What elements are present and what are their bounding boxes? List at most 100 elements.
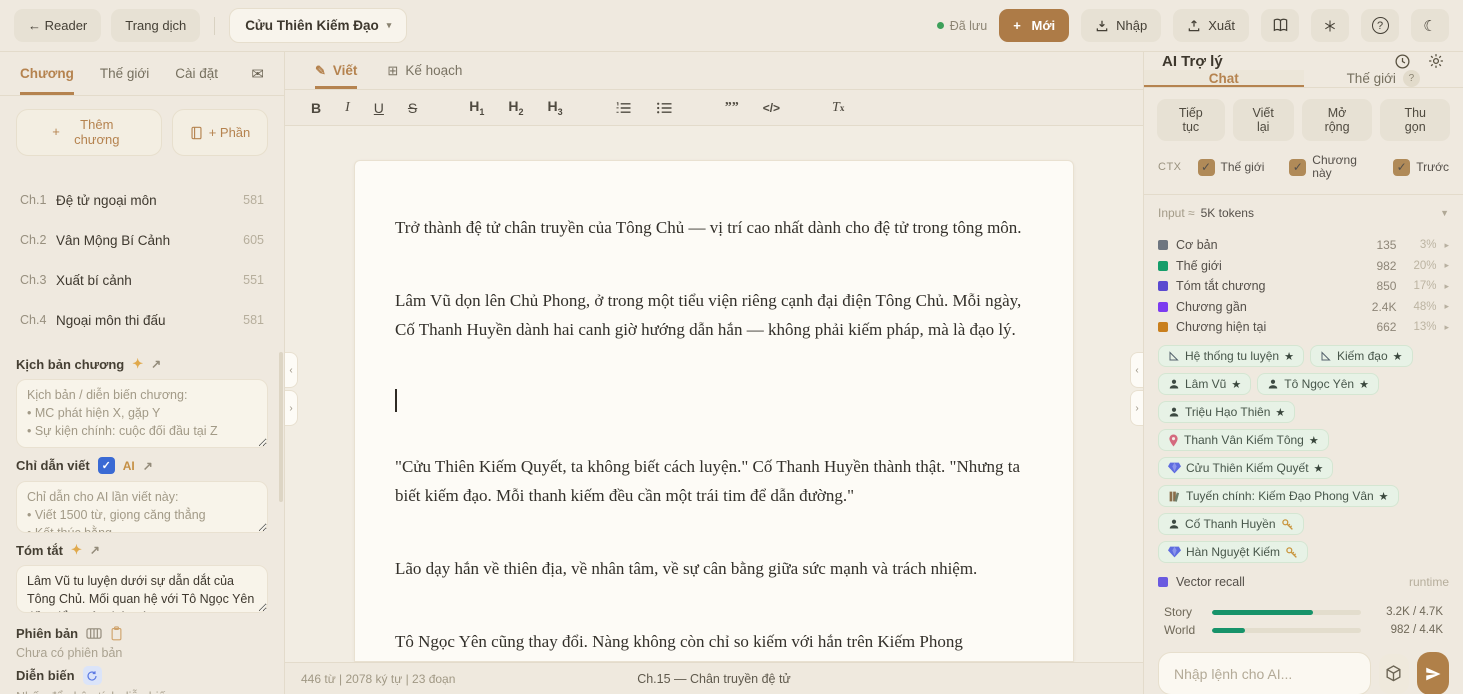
write-instructions-input[interactable] xyxy=(16,481,268,533)
tab-ai-world[interactable]: Thế giới ? xyxy=(1304,70,1463,87)
document-page[interactable]: Trở thành đệ tử chân truyền của Tông Chủ… xyxy=(354,160,1074,662)
expand-icon[interactable]: ↗ xyxy=(151,357,161,371)
ai-action-button[interactable]: Tiếp tục xyxy=(1157,99,1225,141)
chapter-list-item[interactable]: Ch.1Đệ tử ngoại môn581 xyxy=(10,180,274,220)
context-tag[interactable]: Cửu Thiên Kiếm Quyết★ xyxy=(1158,457,1333,479)
tab-settings[interactable]: Cài đặt xyxy=(175,52,218,95)
person-icon xyxy=(1267,378,1279,390)
instructions-checkbox[interactable]: ✓ xyxy=(98,457,115,474)
expand-icon[interactable]: ↗ xyxy=(90,543,100,557)
random-button[interactable] xyxy=(1379,654,1409,694)
summary-input[interactable]: Lâm Vũ tu luyện dưới sự dẫn dắt của Tông… xyxy=(16,565,268,613)
ctx-checkbox-item[interactable]: ✓Chương này xyxy=(1289,154,1368,181)
legend-name: Cơ bản xyxy=(1176,238,1354,252)
star-icon: ★ xyxy=(1309,434,1319,447)
chapter-list-item[interactable]: Ch.3Xuất bí cảnh551 xyxy=(10,260,274,300)
sparkle-tools-button[interactable] xyxy=(1311,9,1349,42)
film-icon[interactable] xyxy=(86,627,102,640)
token-legend-row[interactable]: Tóm tắt chương85017%▸ xyxy=(1158,276,1449,297)
context-tag[interactable]: Tô Ngọc Yên★ xyxy=(1257,373,1379,395)
envelope-icon: ✉ xyxy=(251,65,264,83)
add-part-button[interactable]: + Phần xyxy=(172,109,268,156)
strikethrough-button[interactable]: S xyxy=(406,95,419,121)
tab-chapters[interactable]: Chương xyxy=(20,52,74,95)
italic-button[interactable]: I xyxy=(343,95,352,121)
blockquote-button[interactable]: ”” xyxy=(723,95,741,121)
legend-swatch-icon xyxy=(1158,261,1168,271)
tag-label: Hàn Nguyệt Kiếm xyxy=(1186,545,1280,559)
download-icon xyxy=(1095,19,1109,33)
token-legend-row[interactable]: Cơ bản1353%▸ xyxy=(1158,235,1449,256)
settings-button[interactable] xyxy=(1427,52,1445,70)
context-tag[interactable]: Hàn Nguyệt Kiếm xyxy=(1158,541,1308,563)
reader-button[interactable]: ← Reader xyxy=(14,9,101,42)
import-button[interactable]: Nhập xyxy=(1081,9,1161,42)
legend-name: Tóm tắt chương xyxy=(1176,279,1354,293)
add-chapter-button[interactable]: +Thêm chương xyxy=(16,109,162,156)
star-icon: ★ xyxy=(1231,378,1241,391)
reader-mode-button[interactable] xyxy=(1261,9,1299,42)
chapter-list-item[interactable]: Ch.4Ngoại môn thi đấu581 xyxy=(10,300,274,340)
sidebar-collapse-handle[interactable]: ‹ xyxy=(285,352,298,388)
refresh-button[interactable] xyxy=(83,666,102,685)
expand-icon[interactable]: ↗ xyxy=(143,459,153,473)
token-legend-row[interactable]: Chương gần2.4K48%▸ xyxy=(1158,296,1449,317)
help-button[interactable]: ? xyxy=(1361,9,1399,42)
token-legend-row[interactable]: Thế giới98220%▸ xyxy=(1158,255,1449,276)
context-tag[interactable]: Triệu Hạo Thiên★ xyxy=(1158,401,1295,423)
context-tag[interactable]: Cố Thanh Huyền xyxy=(1158,513,1304,535)
ai-action-button[interactable]: Mở rộng xyxy=(1302,99,1373,141)
chapter-word-count: 551 xyxy=(243,273,264,287)
panel-collapse-handle[interactable]: ‹ xyxy=(1130,352,1143,388)
context-tag[interactable]: Hệ thống tu luyện★ xyxy=(1158,345,1304,367)
key-icon xyxy=(1285,546,1298,559)
clipboard-icon[interactable] xyxy=(110,626,123,641)
chapter-list-item[interactable]: Ch.2Vân Mộng Bí Cảnh605 xyxy=(10,220,274,260)
ai-command-input[interactable] xyxy=(1158,652,1371,694)
sparkle-icon[interactable]: ✦ xyxy=(71,542,82,558)
context-tag[interactable]: Thanh Vân Kiếm Tông★ xyxy=(1158,429,1329,451)
ai-action-button[interactable]: Thu gọn xyxy=(1380,99,1450,141)
new-button[interactable]: + Mới xyxy=(999,9,1069,42)
sidebar-collapse-handle[interactable]: › xyxy=(285,390,298,426)
context-tag[interactable]: Lâm Vũ★ xyxy=(1158,373,1251,395)
bullet-list-button[interactable] xyxy=(654,95,675,121)
tab-chat[interactable]: Chat xyxy=(1144,70,1304,87)
token-legend-row[interactable]: Chương hiện tại66213%▸ xyxy=(1158,317,1449,338)
legend-swatch-icon xyxy=(1158,240,1168,250)
history-button[interactable] xyxy=(1394,53,1411,70)
help-chip-icon: ? xyxy=(1403,70,1420,87)
sparkle-icon[interactable]: ✦ xyxy=(132,356,143,372)
ctx-checkbox-item[interactable]: ✓Thế giới xyxy=(1198,159,1265,176)
context-tag[interactable]: Kiếm đạo★ xyxy=(1310,345,1413,367)
h1-button[interactable]: H1 xyxy=(467,95,486,121)
ctx-checkbox-item[interactable]: ✓Trước xyxy=(1393,159,1449,176)
chapter-script-input[interactable] xyxy=(16,379,268,448)
bold-button[interactable]: B xyxy=(309,95,323,121)
export-button[interactable]: Xuất xyxy=(1173,9,1249,42)
person-icon xyxy=(1168,406,1180,418)
tag-label: Tô Ngọc Yên xyxy=(1284,377,1354,391)
collapse-icon[interactable]: ▼ xyxy=(1440,208,1449,218)
underline-button[interactable]: U xyxy=(372,95,386,121)
inbox-button[interactable]: ✉ xyxy=(251,52,264,95)
legend-percent: 13% xyxy=(1404,321,1436,333)
tab-write[interactable]: ✎ Viết xyxy=(315,52,357,89)
clear-format-button[interactable]: Tx xyxy=(830,95,846,121)
scrollbar-thumb[interactable] xyxy=(279,352,283,502)
project-selector[interactable]: Cửu Thiên Kiếm Đạo ▾ xyxy=(229,8,407,43)
ai-action-button[interactable]: Viết lại xyxy=(1233,99,1294,141)
usage-progress: Story 3.2K / 4.7K World 982 / 4.4K xyxy=(1144,595,1463,639)
h3-button[interactable]: H3 xyxy=(546,95,565,121)
context-tag[interactable]: Tuyến chính: Kiếm Đạo Phong Vân★ xyxy=(1158,485,1399,507)
tab-plan[interactable]: ⊞ Kế hoạch xyxy=(387,52,462,89)
panel-collapse-handle[interactable]: › xyxy=(1130,390,1143,426)
tab-world[interactable]: Thế giới xyxy=(100,52,149,95)
code-button[interactable]: </> xyxy=(761,95,782,121)
send-button[interactable] xyxy=(1417,652,1449,694)
h2-button[interactable]: H2 xyxy=(506,95,525,121)
ordered-list-button[interactable] xyxy=(613,95,634,121)
theme-toggle-button[interactable]: ☾ xyxy=(1411,9,1449,42)
document-paragraph: Trở thành đệ tử chân truyền của Tông Chủ… xyxy=(395,213,1033,242)
translate-button[interactable]: Trang dịch xyxy=(111,9,200,42)
